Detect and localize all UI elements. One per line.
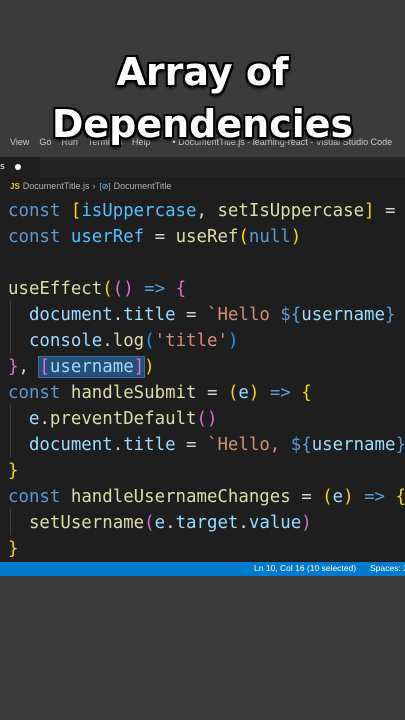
- code-line-9: e.preventDefault(): [28, 409, 218, 429]
- symbol-icon: [⊘]: [99, 181, 111, 191]
- code-line-4: useEffect(() => {: [8, 279, 187, 299]
- code-line-2: const userRef = useRef(null): [8, 227, 302, 247]
- unsaved-dot-icon: [14, 164, 21, 170]
- indentation-setting[interactable]: Spaces: 2: [370, 563, 405, 573]
- code-line-8: const handleSubmit = (e) => {: [8, 383, 312, 403]
- tab-document-title[interactable]: s: [0, 157, 40, 177]
- code-line-7: }, [username]): [8, 356, 155, 378]
- tab-label: s: [0, 162, 5, 172]
- code-line-12: const handleUsernameChanges = (e) => {: [8, 487, 405, 507]
- breadcrumb-symbol[interactable]: DocumentTitle: [114, 181, 172, 191]
- code-line-10: document.title = `Hello, ${username}: [28, 435, 405, 455]
- js-file-icon: JS: [10, 181, 20, 191]
- tab-bar: s: [0, 157, 405, 177]
- video-caption: Array of Dependencies: [0, 46, 405, 150]
- video-bottom-band: [0, 576, 405, 720]
- breadcrumb: JS DocumentTitle.js › [⊘] DocumentTitle: [0, 177, 405, 195]
- code-line-13: setUsername(e.target.value): [28, 513, 312, 533]
- code-editor[interactable]: const [isUppercase, setIsUppercase] = co…: [0, 195, 405, 562]
- breadcrumb-file[interactable]: DocumentTitle.js: [23, 181, 90, 191]
- code-line-1: const [isUppercase, setIsUppercase] =: [8, 201, 396, 221]
- code-line-14: }: [8, 539, 19, 559]
- code-line-6: console.log('title'): [28, 331, 239, 351]
- cursor-position[interactable]: Ln 10, Col 16 (10 selected): [254, 563, 356, 573]
- selected-dependency-array[interactable]: [username]: [38, 356, 146, 378]
- code-line-5: document.title = `Hello ${username}: [28, 305, 396, 325]
- code-line-11: }: [8, 461, 19, 481]
- caption-line-2: Dependencies: [51, 102, 354, 146]
- chevron-right-icon: ›: [92, 181, 96, 191]
- caption-line-1: Array of: [116, 50, 289, 94]
- status-bar: Ln 10, Col 16 (10 selected) Spaces: 2: [0, 562, 405, 576]
